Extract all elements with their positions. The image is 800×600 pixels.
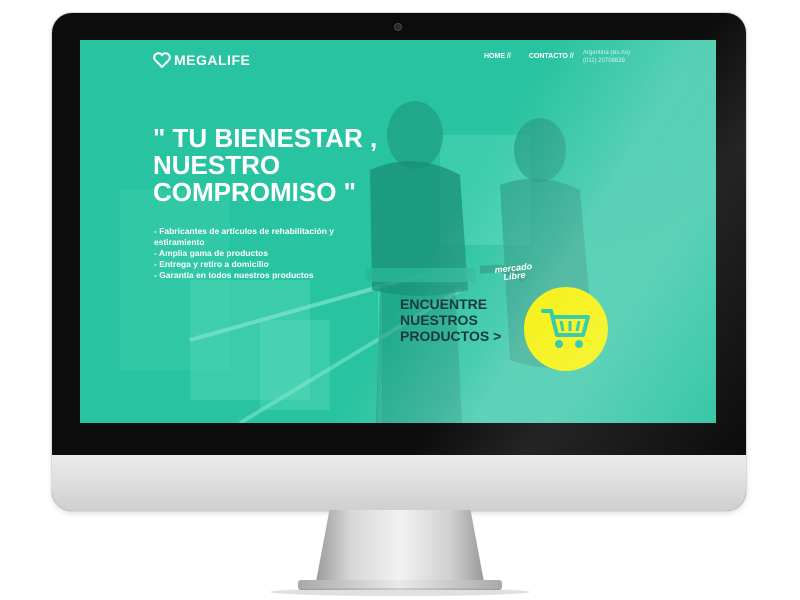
contact-phone: (011) 20708639 bbox=[583, 58, 625, 64]
heart-logo-icon bbox=[153, 52, 171, 68]
contact-info: Argentina (Bs.As) (011) 20708639 bbox=[583, 49, 630, 65]
nav-home[interactable]: HOME // bbox=[484, 53, 511, 60]
stand-shadow bbox=[270, 588, 530, 596]
headline-line-1: " TU BIENESTAR , bbox=[153, 123, 378, 153]
hero-headline: " TU BIENESTAR , NUESTRO COMPROMISO " bbox=[153, 125, 377, 206]
cta-line-3: PRODUCTOS > bbox=[400, 328, 502, 344]
monitor-chin bbox=[52, 455, 746, 511]
feature-item: - Fabricantes de artículos de rehabilita… bbox=[154, 226, 334, 247]
cta-line-2: NUESTROS bbox=[400, 312, 478, 328]
contact-location: Argentina (Bs.As) bbox=[583, 50, 631, 56]
feature-item: - Entrega y retiro a domicilio bbox=[154, 259, 269, 269]
website-screen: MEGALIFE HOME // CONTACTO // Argentina (… bbox=[80, 40, 716, 423]
main-nav: HOME // CONTACTO // bbox=[484, 53, 574, 60]
headline-line-3: COMPROMISO " bbox=[153, 177, 356, 207]
headline-line-2: NUESTRO bbox=[153, 150, 281, 180]
feature-list: - Fabricantes de artículos de rehabilita… bbox=[154, 226, 334, 281]
nav-contacto[interactable]: CONTACTO // bbox=[529, 53, 574, 60]
cta-line-1: ENCUENTRE bbox=[400, 296, 488, 312]
find-products-link[interactable]: ENCUENTRE NUESTROS PRODUCTOS > bbox=[400, 296, 501, 344]
site-logo[interactable]: MEGALIFE bbox=[153, 49, 250, 71]
feature-item: - Amplia gama de productos bbox=[154, 248, 268, 258]
logo-text: MEGALIFE bbox=[174, 52, 251, 68]
cart-button[interactable] bbox=[524, 287, 608, 371]
monitor-stand bbox=[316, 510, 484, 582]
shopping-cart-icon bbox=[541, 309, 590, 348]
feature-item: - Garantía en todos nuestros productos bbox=[154, 270, 314, 280]
webcam bbox=[394, 23, 402, 31]
